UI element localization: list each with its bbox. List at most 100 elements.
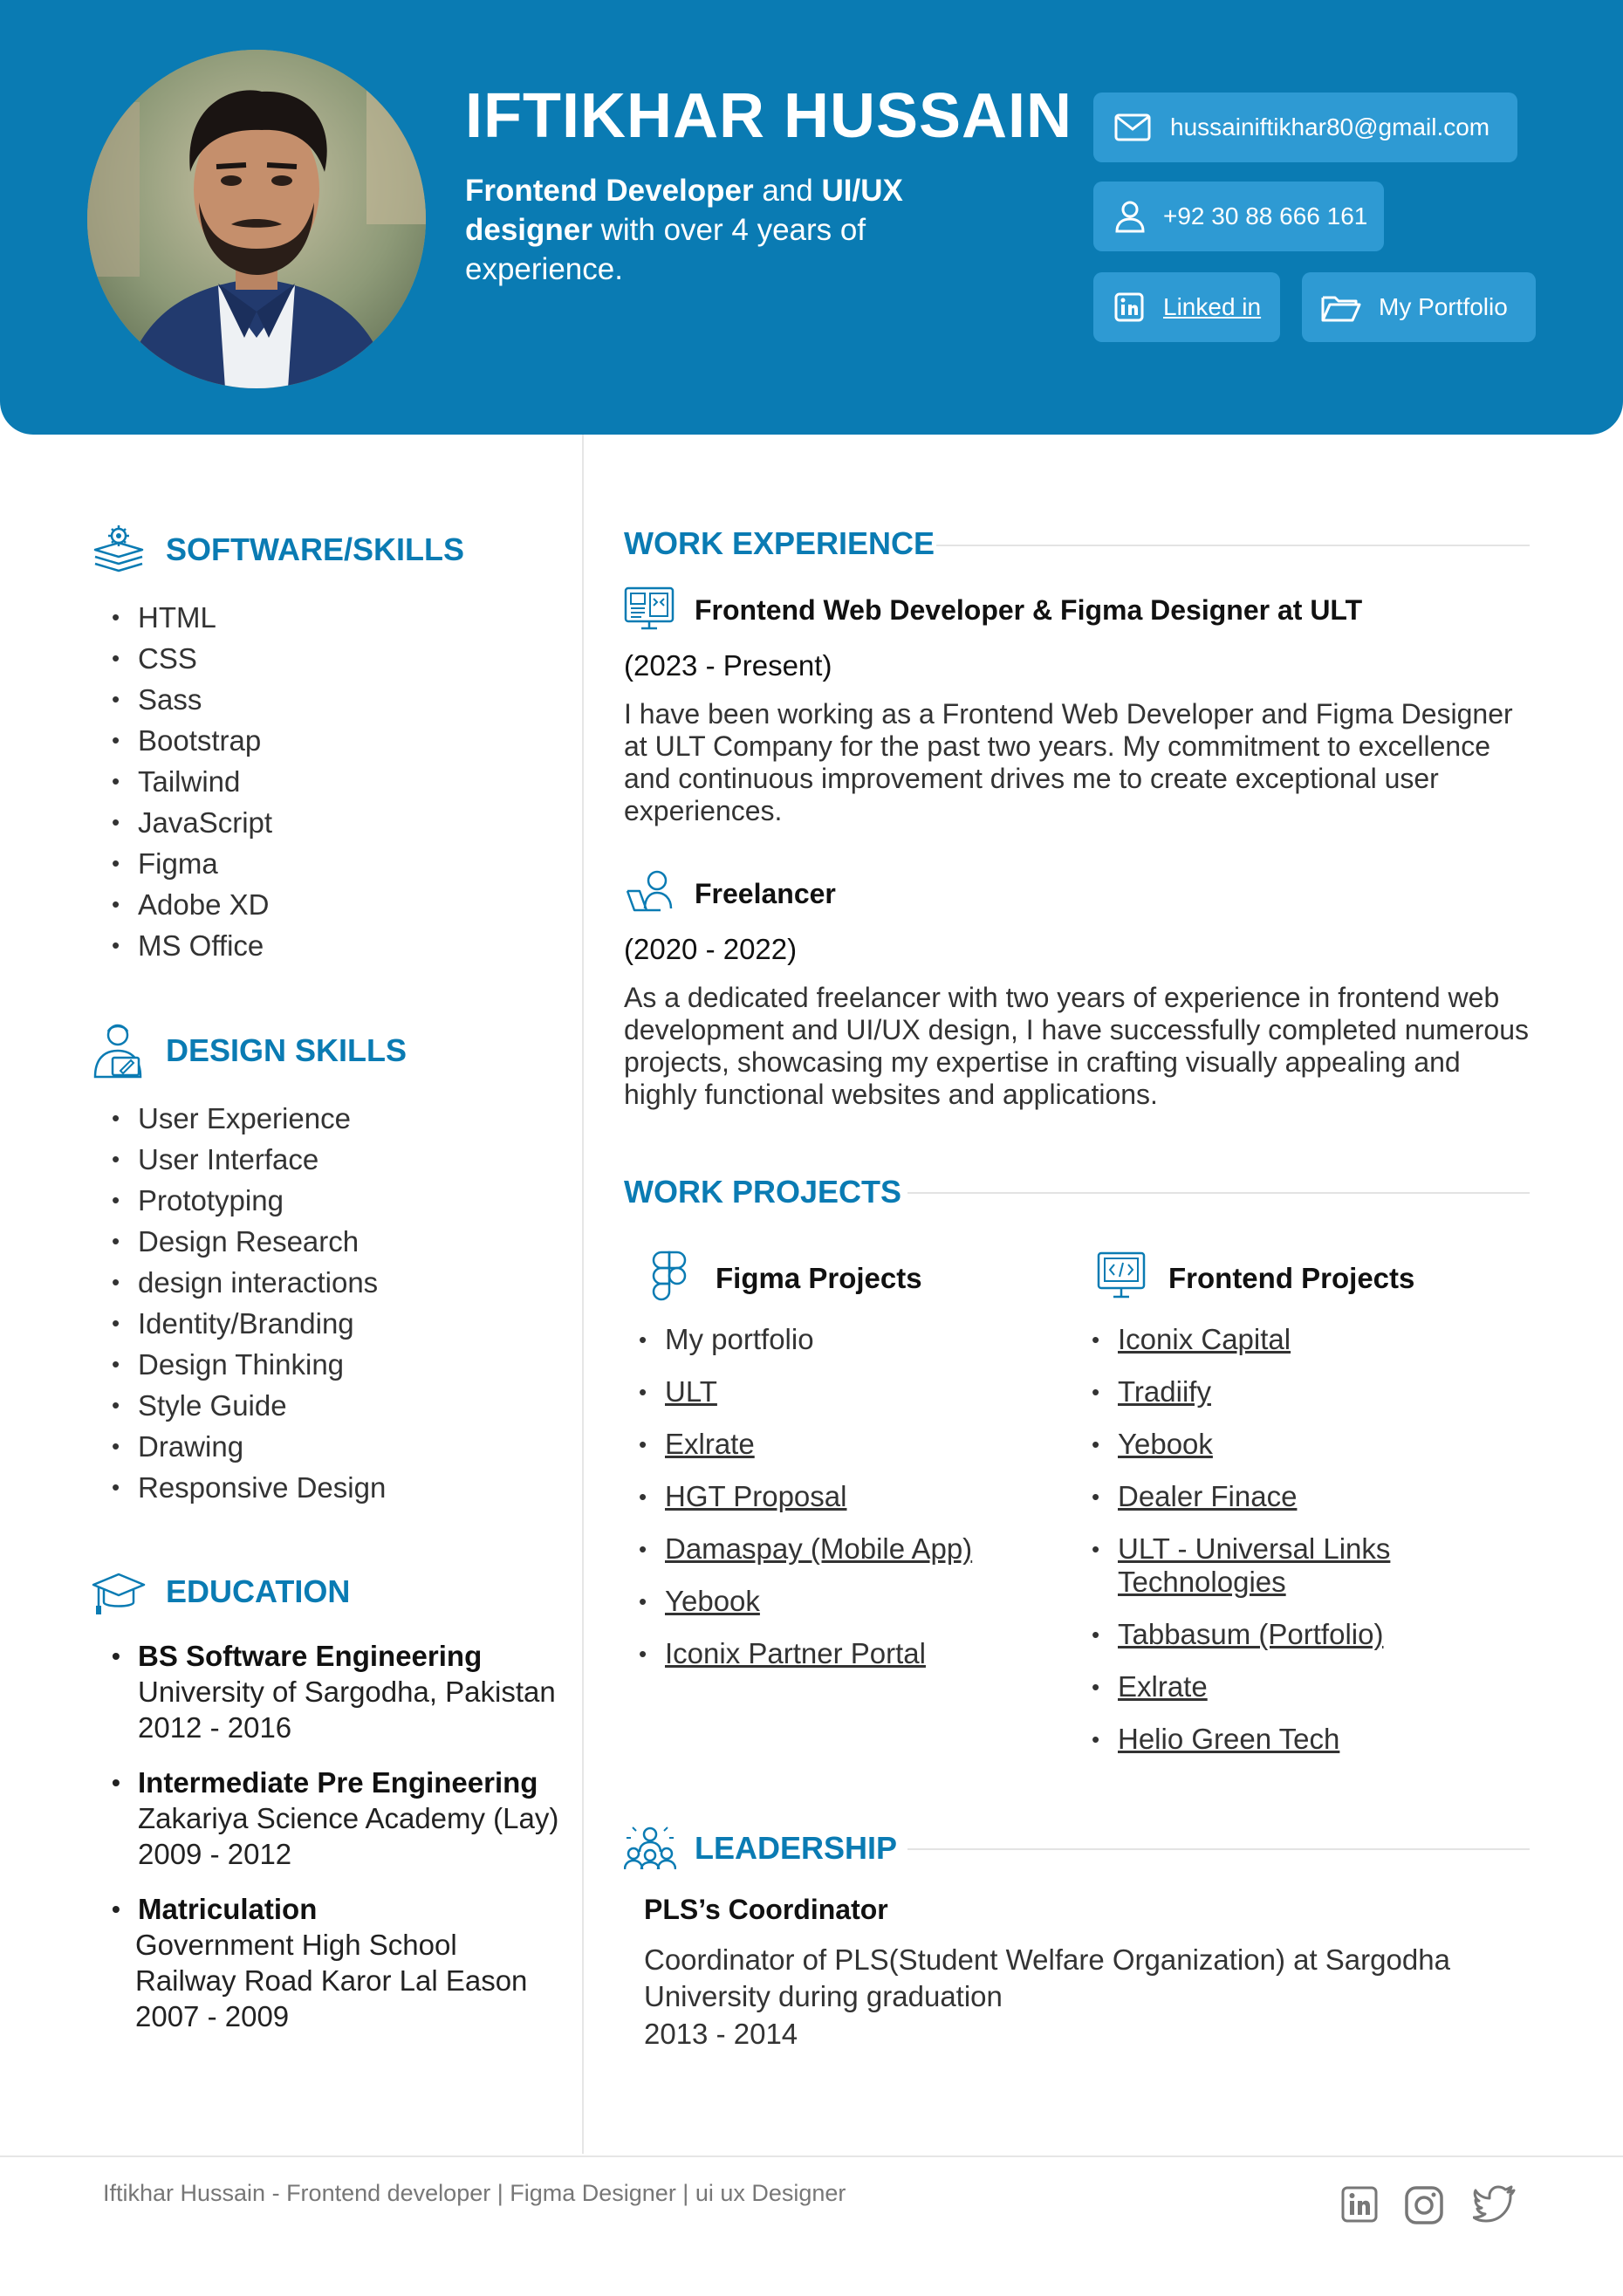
header-banner: IFTIKHAR HUSSAIN Frontend Developer and … [0, 0, 1623, 435]
tagline: Frontend Developer and UI/UX designer wi… [465, 171, 954, 289]
list-item: Sass [112, 679, 272, 720]
email-text: hussainiftikhar80@gmail.com [1170, 113, 1490, 141]
leadership-role: PLS’s Coordinator [644, 1894, 888, 1925]
email-link[interactable]: hussainiftikhar80@gmail.com [1093, 93, 1517, 162]
bullet-icon: • [112, 1642, 120, 1669]
figma-projects-list: My portfolio ULT Exlrate HGT Proposal Da… [639, 1323, 972, 1689]
team-icon [624, 1827, 676, 1870]
project-link[interactable]: ULT - Universal Links Technologies [1118, 1532, 1406, 1599]
bullet-icon: • [112, 1769, 120, 1796]
project-link[interactable]: Dealer Finace [1118, 1480, 1297, 1512]
code-monitor-icon [1097, 1251, 1146, 1299]
list-item[interactable]: Helio Green Tech [1092, 1723, 1406, 1775]
education-item: • Matriculation Government High School R… [112, 1891, 527, 2034]
list-item: Style Guide [112, 1385, 386, 1426]
project-link[interactable]: Helio Green Tech [1118, 1723, 1339, 1755]
section-rule [907, 1192, 1530, 1194]
phone-link[interactable]: +92 30 88 666 161 [1093, 182, 1384, 251]
skills-list: HTML CSS Sass Bootstrap Tailwind JavaScr… [112, 597, 272, 966]
linkedin-link[interactable]: Linked in [1093, 272, 1280, 342]
work-experience-heading: WORK EXPERIENCE [624, 525, 935, 561]
twitter-icon[interactable] [1473, 2185, 1517, 2224]
list-item[interactable]: Exlrate [1092, 1670, 1406, 1723]
institution: University of Sargodha, Pakistan [138, 1676, 556, 1708]
list-item: HTML [112, 597, 272, 638]
linkedin-icon[interactable] [1340, 2185, 1379, 2224]
project-link[interactable]: Damaspay (Mobile App) [665, 1532, 972, 1565]
figma-projects-title: Figma Projects [716, 1262, 922, 1294]
project-link[interactable]: Tradiify [1118, 1375, 1211, 1408]
list-item[interactable]: Damaspay (Mobile App) [639, 1532, 972, 1585]
job-period: (2020 - 2022) [624, 933, 798, 965]
list-item: Prototyping [112, 1180, 386, 1221]
job-title: Freelancer [695, 878, 836, 909]
years: 2012 - 2016 [138, 1711, 292, 1744]
education-heading: EDUCATION [166, 1573, 351, 1609]
resume-page: IFTIKHAR HUSSAIN Frontend Developer and … [0, 0, 1623, 2296]
list-item[interactable]: Yebook [639, 1585, 972, 1637]
job-description: As a dedicated freelancer with two years… [624, 982, 1529, 1110]
leadership-description: Coordinator of PLS(Student Welfare Organ… [644, 1943, 1450, 2012]
bullet-icon: • [112, 1895, 120, 1922]
list-item[interactable]: Exlrate [639, 1428, 972, 1480]
list-item[interactable]: HGT Proposal [639, 1480, 972, 1532]
address: Railway Road Karor Lal Eason [135, 1964, 528, 1997]
list-item[interactable]: Tradiify [1092, 1375, 1406, 1428]
section-rule [936, 545, 1530, 546]
tagline-and: and [753, 174, 822, 208]
job-title: Frontend Web Developer & Figma Designer … [695, 594, 1363, 626]
list-item[interactable]: Iconix Capital [1092, 1323, 1406, 1375]
frontend-projects-list: Iconix Capital Tradiify Yebook Dealer Fi… [1092, 1323, 1406, 1775]
phone-text: +92 30 88 666 161 [1163, 202, 1368, 230]
project-link[interactable]: Yebook [665, 1585, 760, 1617]
project-link[interactable]: ULT [665, 1375, 717, 1408]
list-item[interactable]: Dealer Finace [1092, 1480, 1406, 1532]
degree-title: BS Software Engineering [138, 1640, 483, 1672]
list-item: Responsive Design [112, 1467, 386, 1508]
footer-text: Iftikhar Hussain - Frontend developer | … [103, 2180, 846, 2206]
portfolio-text: My Portfolio [1379, 293, 1508, 320]
list-item: Figma [112, 843, 272, 884]
list-item[interactable]: Iconix Partner Portal [639, 1637, 972, 1689]
list-item: CSS [112, 638, 272, 679]
list-item: design interactions [112, 1262, 386, 1303]
project-link[interactable]: Iconix Partner Portal [665, 1637, 926, 1669]
project-link[interactable]: Tabbasum (Portfolio) [1118, 1618, 1383, 1650]
project-link[interactable]: Yebook [1118, 1428, 1213, 1460]
list-item: User Experience [112, 1098, 386, 1139]
list-item[interactable]: ULT - Universal Links Technologies [1092, 1532, 1406, 1618]
profile-photo [87, 50, 426, 388]
portfolio-link[interactable]: My Portfolio [1302, 272, 1536, 342]
linkedin-icon [1114, 292, 1144, 322]
column-divider [582, 435, 584, 2154]
institution: Government High School [135, 1929, 457, 1961]
list-item: My portfolio [639, 1323, 972, 1375]
list-item: Tailwind [112, 761, 272, 802]
project-link[interactable]: Exlrate [1118, 1670, 1208, 1703]
list-item: Adobe XD [112, 884, 272, 925]
folder-icon [1321, 296, 1361, 322]
institution: Zakariya Science Academy (Lay) [138, 1802, 559, 1834]
project-link[interactable]: Exlrate [665, 1428, 755, 1460]
degree-title: Intermediate Pre Engineering [138, 1766, 538, 1799]
dashboard-monitor-icon [624, 586, 675, 630]
list-item[interactable]: ULT [639, 1375, 972, 1428]
years: 2009 - 2012 [138, 1838, 292, 1870]
education-item: • Intermediate Pre Engineering Zakariya … [112, 1765, 558, 1872]
education-item: • BS Software Engineering University of … [112, 1638, 556, 1745]
tagline-role1: Frontend Developer [465, 174, 754, 208]
instagram-icon[interactable] [1404, 2185, 1444, 2225]
list-item: MS Office [112, 925, 272, 966]
linkedin-text: Linked in [1163, 293, 1262, 320]
list-item: JavaScript [112, 802, 272, 843]
leadership-heading: LEADERSHIP [695, 1830, 898, 1866]
user-icon [1115, 201, 1145, 233]
project-name: My portfolio [665, 1323, 814, 1355]
project-link[interactable]: HGT Proposal [665, 1480, 846, 1512]
list-item[interactable]: Yebook [1092, 1428, 1406, 1480]
project-link[interactable]: Iconix Capital [1118, 1323, 1291, 1355]
skills-heading: SOFTWARE/SKILLS [166, 531, 464, 567]
list-item[interactable]: Tabbasum (Portfolio) [1092, 1618, 1406, 1670]
list-item: Bootstrap [112, 720, 272, 761]
frontend-projects-title: Frontend Projects [1168, 1262, 1415, 1294]
